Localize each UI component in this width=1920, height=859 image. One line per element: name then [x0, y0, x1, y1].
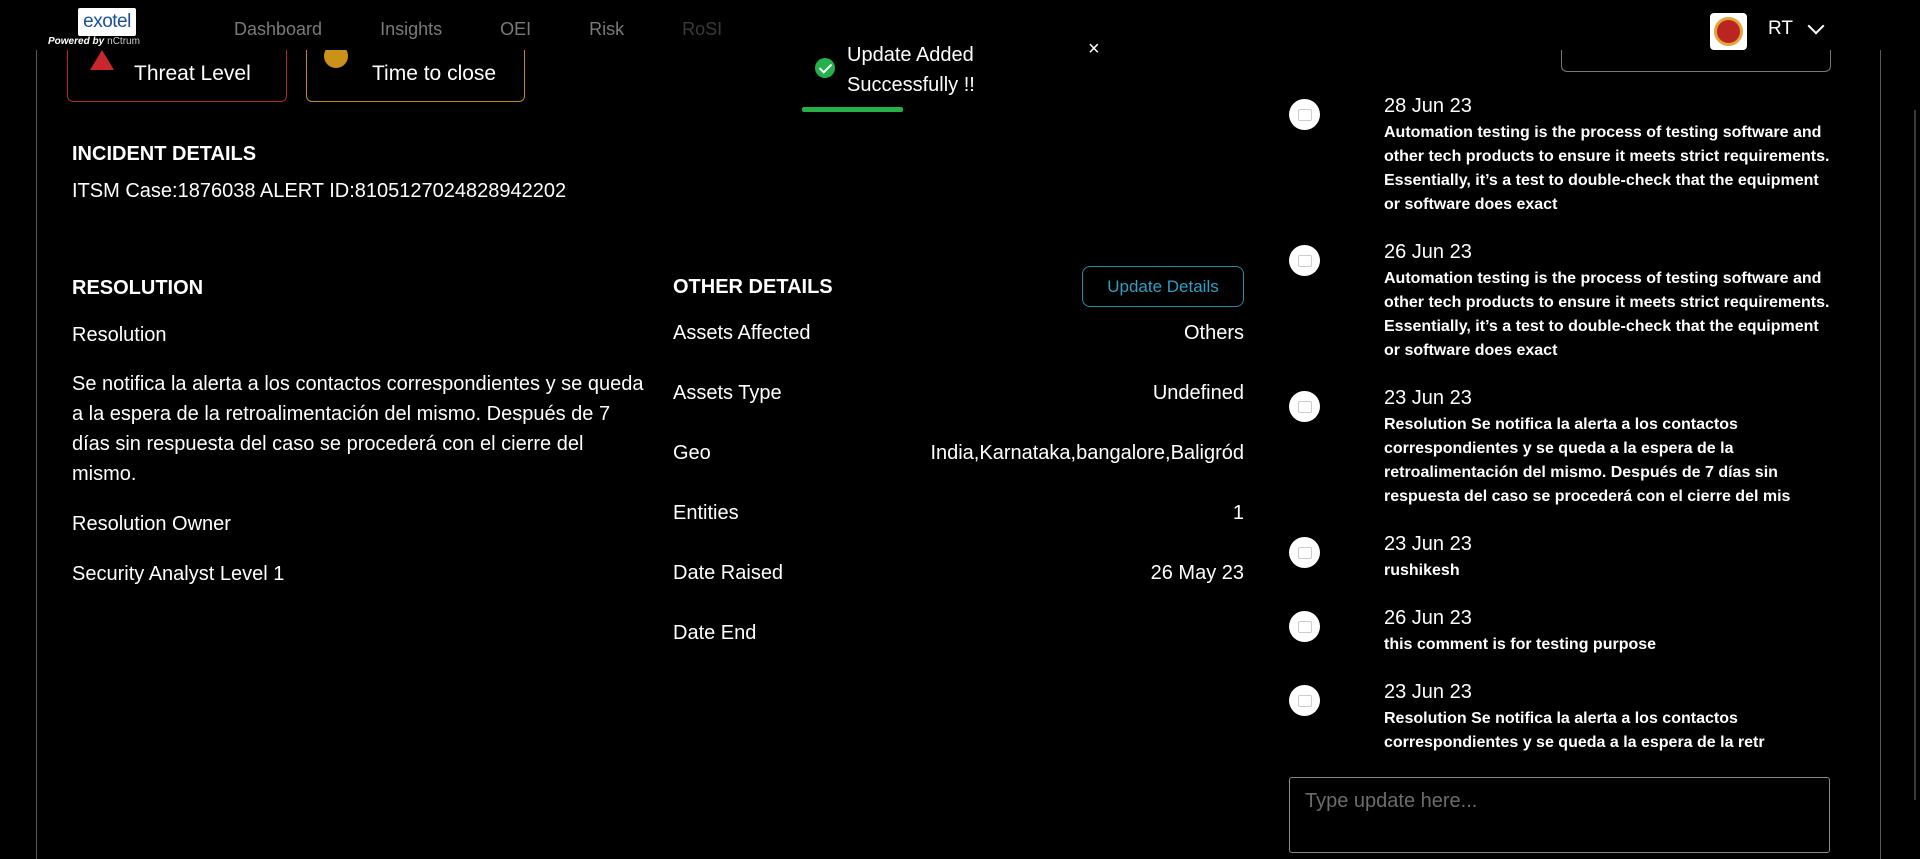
detail-row-geo: Geo India,Karnataka,bangalore,Baligród [673, 442, 1244, 472]
resolution-owner-value: Security Analyst Level 1 [72, 563, 285, 585]
toast-progress-bar [802, 107, 903, 112]
resolution-text: Se notifica la alerta a los contactos co… [72, 373, 644, 485]
chevron-down-icon[interactable] [1807, 17, 1825, 35]
powered-by-label: Powered by [48, 36, 105, 47]
scrollbar[interactable] [1914, 110, 1916, 800]
detail-value: 26 May 23 [1150, 562, 1244, 584]
timeline-text: this comment is for testing purpose [1384, 636, 1657, 653]
timeline-filter-box[interactable] [1561, 50, 1831, 72]
detail-value: India,Karnataka,bangalore,Baligród [930, 442, 1244, 464]
resolution-heading: RESOLUTION [72, 277, 204, 299]
resolution-label: Resolution [72, 324, 167, 346]
detail-value: Others [1183, 322, 1244, 344]
timeline-text: Automation testing is the process of tes… [1384, 124, 1830, 213]
nav-item-dashboard[interactable]: Dashboard [234, 19, 322, 40]
detail-key: Assets Type [673, 382, 782, 404]
timeline-dot-icon [1289, 611, 1320, 642]
update-details-button[interactable]: Update Details [1082, 266, 1244, 307]
incident-details-heading: INCIDENT DETAILS [72, 143, 257, 165]
close-icon[interactable]: × [1088, 38, 1100, 61]
time-to-close-label: Time to close [372, 62, 497, 85]
detail-key: Entities [673, 502, 739, 524]
logo-text: exotel [83, 11, 131, 32]
timeline-date: 26 Jun 23 [1384, 241, 1472, 263]
logo-mark: exotel [78, 8, 136, 36]
detail-row-date-end: Date End [673, 622, 1244, 652]
detail-key: Date End [673, 622, 757, 644]
timeline-date: 23 Jun 23 [1384, 681, 1472, 703]
threat-level-label: Threat Level [134, 62, 251, 85]
toast-message: Update Added Successfully !! [847, 44, 975, 96]
timeline-text: rushikesh [1384, 562, 1460, 579]
resolution-owner-label: Resolution Owner [72, 513, 231, 535]
detail-value: Undefined [1152, 382, 1244, 404]
detail-key: Geo [673, 442, 711, 464]
other-details-heading: OTHER DETAILS [673, 276, 833, 298]
timeline-dot-icon [1289, 99, 1320, 130]
detail-value: 1 [1232, 502, 1244, 524]
user-avatar[interactable] [1710, 13, 1747, 50]
warning-icon [90, 50, 114, 70]
main-nav: Dashboard Insights OEI Risk RoSI [234, 19, 780, 40]
detail-row-assets-affected: Assets Affected Others [673, 322, 1244, 352]
threat-level-card[interactable]: Threat Level [67, 50, 287, 102]
detail-row-date-raised: Date Raised 26 May 23 [673, 562, 1244, 592]
check-circle-icon [815, 58, 835, 78]
timeline-dot-icon [1289, 245, 1320, 276]
timeline-dot-icon [1289, 391, 1320, 422]
nav-item-rosi[interactable]: RoSI [682, 19, 722, 40]
detail-row-entities: Entities 1 [673, 502, 1244, 532]
timeline-date: 23 Jun 23 [1384, 533, 1472, 555]
update-comment-input[interactable] [1289, 777, 1830, 853]
timeline-dot-icon [1289, 537, 1320, 568]
partner-name: nCtrum [107, 36, 140, 47]
avatar-emblem-icon [1714, 17, 1743, 46]
timeline-date: 28 Jun 23 [1384, 95, 1472, 117]
timeline-text: Resolution Se notifica la alerta a los c… [1384, 416, 1791, 505]
timeline-date: 23 Jun 23 [1384, 387, 1472, 409]
nav-item-risk[interactable]: Risk [589, 19, 624, 40]
detail-row-assets-type: Assets Type Undefined [673, 382, 1244, 412]
incident-ids: ITSM Case:1876038 ALERT ID:8105127024828… [72, 180, 567, 202]
nav-item-oei[interactable]: OEI [500, 19, 531, 40]
success-toast: Update Added Successfully !! × [800, 30, 1110, 114]
time-to-close-card[interactable]: Time to close [306, 44, 525, 102]
timeline-date: 26 Jun 23 [1384, 607, 1472, 629]
detail-key: Date Raised [673, 562, 784, 584]
detail-key: Assets Affected [673, 322, 811, 344]
timeline-dot-icon [1289, 685, 1320, 716]
timeline-text: Resolution Se notifica la alerta a los c… [1384, 710, 1765, 751]
user-initials[interactable]: RT [1768, 18, 1793, 40]
timeline-text: Automation testing is the process of tes… [1384, 270, 1830, 359]
nav-item-insights[interactable]: Insights [380, 19, 442, 40]
exotel-logo[interactable]: exotel Powered by nCtrum [48, 8, 166, 48]
powered-by-text: Powered by nCtrum [48, 36, 140, 47]
